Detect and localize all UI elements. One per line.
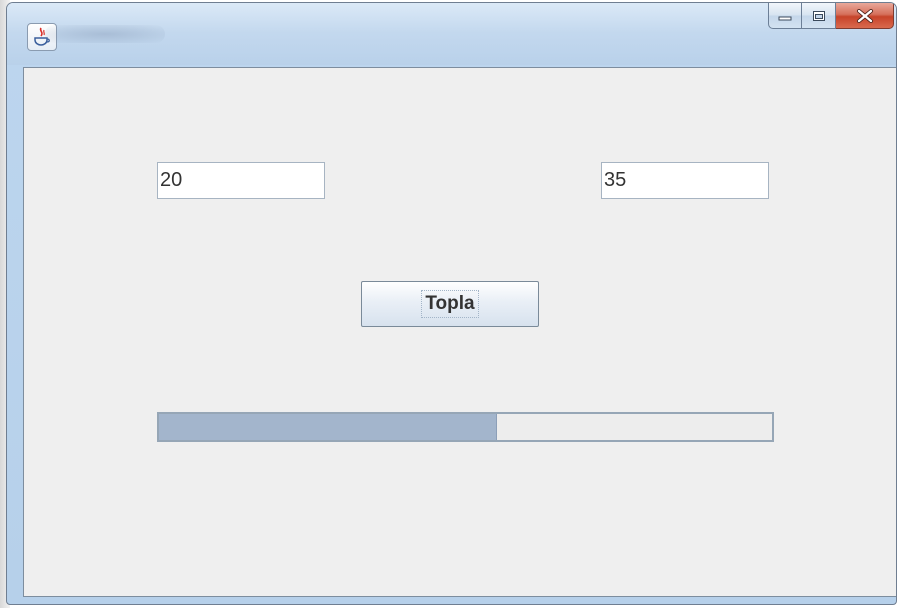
content-panel: Topla (23, 67, 896, 597)
maximize-button[interactable] (802, 3, 836, 29)
progress-bar (157, 412, 774, 442)
minimize-button[interactable] (768, 3, 802, 29)
second-number-field[interactable] (601, 162, 769, 199)
add-button-label: Topla (421, 290, 479, 318)
maximize-icon (812, 10, 825, 21)
close-icon (856, 8, 873, 23)
close-button[interactable] (836, 3, 894, 29)
window-title (45, 25, 165, 43)
title-bar[interactable] (7, 3, 896, 65)
caption-buttons (768, 3, 894, 29)
first-number-field[interactable] (157, 162, 325, 199)
add-button[interactable]: Topla (361, 281, 539, 327)
app-window: Topla (6, 2, 897, 605)
progress-fill (159, 414, 498, 440)
minimize-icon (778, 16, 792, 20)
